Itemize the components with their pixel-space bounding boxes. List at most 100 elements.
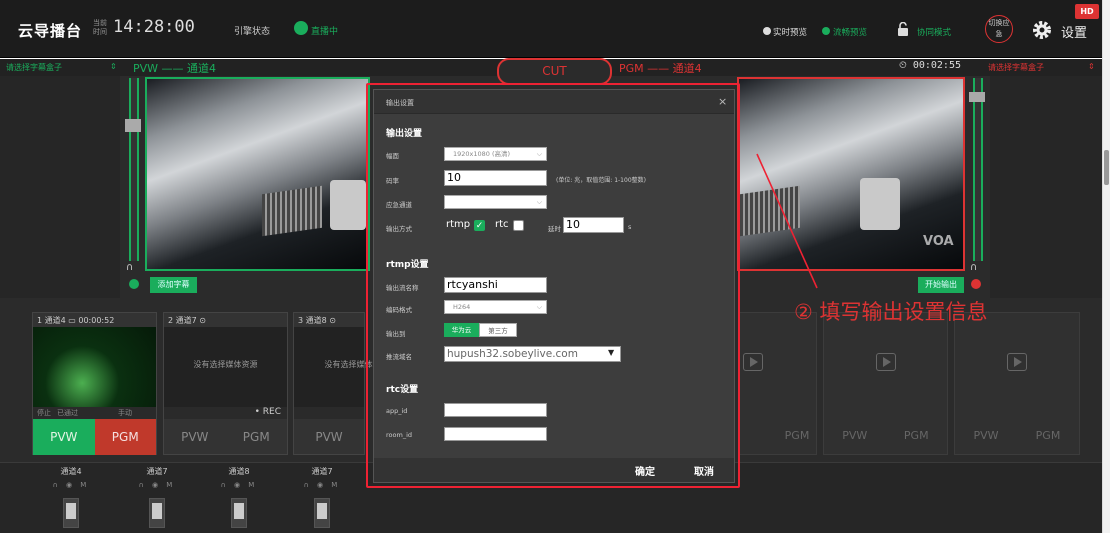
mixer-channel-name: 通道7: [311, 467, 333, 476]
satellite-module: [860, 178, 900, 230]
app-title: 云导播台: [18, 22, 83, 40]
dialog-header: [374, 90, 734, 114]
right-subtitle-box-select[interactable]: 请选择字幕盒子: [988, 62, 1044, 73]
pgm-volume-slider[interactable]: [973, 78, 983, 261]
pgm-button[interactable]: PGM: [886, 418, 948, 454]
pgm-button[interactable]: PGM: [94, 419, 156, 455]
channel-thumbnail[interactable]: 没有选择媒体资源: [294, 327, 389, 407]
mixer-fader[interactable]: [314, 498, 330, 528]
switch-emergency-button[interactable]: 切换应急: [985, 15, 1013, 43]
resolution-label: 幅面: [386, 152, 399, 160]
codec-select[interactable]: H264: [444, 300, 547, 314]
empty-channel-tile[interactable]: PGM: [739, 312, 817, 455]
channel-tile[interactable]: 1 通道4 ▭ 00:00:52 停止 已通过 手动 PVW PGM: [32, 312, 157, 455]
right-subtitle-panel: [990, 76, 1102, 298]
mixer-channel: 通道7 ∩ ◉ M: [283, 466, 361, 532]
smooth-preview-radio-icon[interactable]: [822, 27, 830, 35]
channel-tile[interactable]: 3 通道8 ⊙ 没有选择媒体资源 PVW: [293, 312, 389, 455]
rtmp-checkbox[interactable]: ✓: [474, 220, 485, 231]
settings-button[interactable]: 设置: [1061, 22, 1087, 41]
channel-tile[interactable]: 2 通道7 ⊙ 没有选择媒体资源 • REC PVW PGM: [163, 312, 288, 455]
pvw-volume-knob[interactable]: [125, 119, 141, 132]
stream-name-input[interactable]: rtcyanshi: [444, 277, 547, 293]
pgm-volume-knob[interactable]: [969, 92, 985, 102]
output-to-huawei-option[interactable]: 华为云: [444, 323, 479, 337]
smooth-preview-option[interactable]: 流畅预览: [833, 26, 867, 38]
channel-header: 2 通道7 ⊙: [168, 316, 206, 325]
play-icon[interactable]: [1007, 353, 1027, 371]
pvw-button[interactable]: PVW: [955, 418, 1017, 454]
play-icon[interactable]: [743, 353, 763, 371]
output-to-thirdparty-option[interactable]: 第三方: [479, 323, 517, 337]
backup-channel-select[interactable]: [444, 195, 547, 209]
confirm-button[interactable]: 确定: [635, 463, 655, 478]
play-icon[interactable]: [876, 353, 896, 371]
pgm-button[interactable]: PGM: [226, 419, 288, 455]
add-subtitle-button[interactable]: 添加字幕: [150, 277, 197, 293]
annotation-text: ② 填写输出设置信息: [794, 300, 988, 324]
bitrate-hint: (单位: 兆，取值范围: 1-100整数): [556, 177, 646, 184]
output-mode-label: 输出方式: [386, 225, 412, 233]
gear-icon[interactable]: [1032, 20, 1052, 40]
rtc-checkbox[interactable]: [513, 220, 524, 231]
pgm-button[interactable]: PGM: [778, 418, 816, 454]
pvw-button[interactable]: PVW: [164, 419, 226, 455]
app-id-input[interactable]: [444, 403, 547, 417]
mixer-controls[interactable]: ∩ ◉ M: [32, 481, 110, 489]
push-domain-select[interactable]: hupush32.sobeylive.com: [444, 346, 621, 362]
pgm-title: PGM —— 通道4: [619, 62, 702, 75]
channel-thumbnail[interactable]: [33, 327, 156, 407]
start-output-button[interactable]: 开始输出: [918, 277, 964, 293]
rec-indicator: • REC: [254, 407, 281, 417]
status-icon: [129, 279, 139, 289]
channel-thumbnail[interactable]: 没有选择媒体资源: [164, 327, 287, 407]
unlock-icon[interactable]: [897, 22, 912, 36]
mixer-controls[interactable]: ∩ ◉ M: [283, 481, 361, 489]
section-output: 输出设置: [386, 129, 423, 139]
stream-name-label: 输出流名称: [386, 284, 419, 292]
pvw-volume-slider[interactable]: [129, 78, 139, 261]
stop-button[interactable]: 停止: [37, 408, 51, 418]
room-id-input[interactable]: [444, 427, 547, 441]
pvw-button[interactable]: PVW: [294, 419, 364, 455]
delay-label: 延时: [548, 225, 561, 233]
resolution-select[interactable]: 1920x1080 (高清): [444, 147, 547, 161]
pgm-button[interactable]: PGM: [1017, 418, 1079, 454]
no-media-text: 没有选择媒体资源: [193, 360, 258, 369]
pvw-button[interactable]: PVW: [33, 419, 95, 455]
bitrate-input[interactable]: 10: [444, 170, 547, 186]
close-icon[interactable]: ×: [718, 95, 727, 108]
mixer-channel-name: 通道7: [146, 467, 168, 476]
realtime-preview-option[interactable]: 实时预览: [773, 26, 807, 38]
chevron-down-icon[interactable]: ▼: [608, 348, 614, 357]
pvw-title: PVW —— 通道4: [133, 62, 217, 75]
pvw-button[interactable]: PVW: [824, 418, 886, 454]
channel-header: 1 通道4 ▭ 00:00:52: [37, 316, 115, 325]
engine-status-value: 直播中: [311, 27, 339, 37]
mixer-controls[interactable]: ∩ ◉ M: [200, 481, 278, 489]
cut-button[interactable]: CUT: [497, 58, 612, 85]
coop-mode-button[interactable]: 协同模式: [917, 26, 951, 38]
cancel-button[interactable]: 取消: [694, 463, 714, 478]
left-subtitle-panel: [0, 76, 120, 298]
left-subtitle-box-select[interactable]: 请选择字幕盒子: [6, 62, 62, 73]
manual-button[interactable]: 手动: [118, 408, 132, 418]
select-arrow-icon: ⇕: [110, 62, 117, 71]
output-to-label: 输出到: [386, 330, 406, 338]
empty-channel-tile[interactable]: PVW PGM: [823, 312, 948, 455]
pvw-button[interactable]: [740, 418, 778, 454]
delay-input[interactable]: 10: [563, 217, 624, 233]
mixer-controls[interactable]: ∩ ◉ M: [118, 481, 196, 489]
section-rtc: rtc设置: [386, 385, 419, 395]
satellite-module: [330, 180, 366, 230]
scrollbar-thumb[interactable]: [1104, 150, 1109, 185]
empty-channel-tile[interactable]: PVW PGM: [954, 312, 1080, 455]
loop-icon[interactable]: ∩: [970, 262, 977, 273]
mixer-fader[interactable]: [63, 498, 79, 528]
room-id-label: room_id: [386, 431, 412, 439]
realtime-preview-radio-icon[interactable]: [763, 27, 771, 35]
mixer-fader[interactable]: [231, 498, 247, 528]
loop-icon[interactable]: ∩: [126, 262, 133, 273]
page-scrollbar[interactable]: [1102, 0, 1110, 533]
mixer-fader[interactable]: [149, 498, 165, 528]
